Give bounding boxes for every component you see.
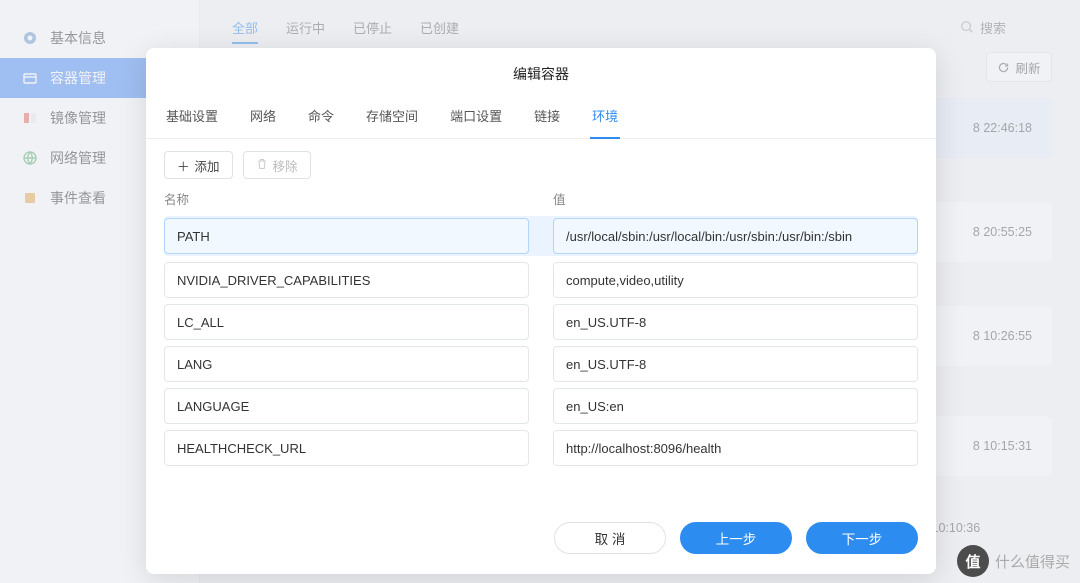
prev-button[interactable]: 上一步 xyxy=(680,522,792,554)
watermark-text: 什么值得买 xyxy=(995,551,1070,572)
edit-container-modal: 编辑容器 基础设置 网络 命令 存储空间 端口设置 链接 环境 ＋ 添加 移除 … xyxy=(146,48,936,574)
env-value-input[interactable] xyxy=(553,430,918,466)
next-button[interactable]: 下一步 xyxy=(806,522,918,554)
env-name-input[interactable] xyxy=(164,346,529,382)
modal-tab-command[interactable]: 命令 xyxy=(306,96,336,139)
plus-icon: ＋ xyxy=(177,156,190,175)
env-name-input[interactable] xyxy=(164,262,529,298)
env-name-input[interactable] xyxy=(164,304,529,340)
modal-tab-storage[interactable]: 存储空间 xyxy=(364,96,420,139)
env-value-input[interactable] xyxy=(553,388,918,424)
env-row[interactable] xyxy=(164,216,918,256)
modal-tab-env[interactable]: 环境 xyxy=(590,96,620,139)
env-row[interactable] xyxy=(164,430,918,466)
env-row[interactable] xyxy=(164,388,918,424)
add-button[interactable]: ＋ 添加 xyxy=(164,151,233,179)
env-row[interactable] xyxy=(164,304,918,340)
watermark-icon: 值 xyxy=(957,545,989,577)
modal-tab-network[interactable]: 网络 xyxy=(248,96,278,139)
watermark: 值 什么值得买 xyxy=(957,545,1070,577)
modal-tab-label: 存储空间 xyxy=(366,109,418,124)
modal-tab-label: 网络 xyxy=(250,109,276,124)
modal-title: 编辑容器 xyxy=(146,64,936,96)
next-label: 下一步 xyxy=(842,532,883,547)
trash-icon xyxy=(256,158,268,173)
env-value-input[interactable] xyxy=(553,262,918,298)
env-row[interactable] xyxy=(164,262,918,298)
env-rows xyxy=(146,216,936,466)
env-headers: 名称 值 xyxy=(146,187,936,216)
modal-tab-label: 环境 xyxy=(592,109,618,124)
modal-tab-basic[interactable]: 基础设置 xyxy=(164,96,220,139)
cancel-label: 取 消 xyxy=(595,532,626,547)
modal-tab-ports[interactable]: 端口设置 xyxy=(448,96,504,139)
env-name-input[interactable] xyxy=(164,388,529,424)
modal-toolbar: ＋ 添加 移除 xyxy=(146,139,936,187)
remove-label: 移除 xyxy=(273,156,298,175)
cancel-button[interactable]: 取 消 xyxy=(554,522,666,554)
env-name-input[interactable] xyxy=(164,430,529,466)
modal-tab-links[interactable]: 链接 xyxy=(532,96,562,139)
modal-tabs: 基础设置 网络 命令 存储空间 端口设置 链接 环境 xyxy=(146,96,936,139)
remove-button[interactable]: 移除 xyxy=(243,151,311,179)
modal-tab-label: 命令 xyxy=(308,109,334,124)
prev-label: 上一步 xyxy=(716,532,757,547)
header-name: 名称 xyxy=(164,189,529,208)
env-value-input[interactable] xyxy=(553,304,918,340)
modal-footer: 取 消 上一步 下一步 xyxy=(146,466,936,554)
modal-tab-label: 基础设置 xyxy=(166,109,218,124)
env-value-input[interactable] xyxy=(553,218,918,254)
env-value-input[interactable] xyxy=(553,346,918,382)
modal-tab-label: 端口设置 xyxy=(450,109,502,124)
header-value: 值 xyxy=(553,189,918,208)
env-row[interactable] xyxy=(164,346,918,382)
env-name-input[interactable] xyxy=(164,218,529,254)
add-label: 添加 xyxy=(195,156,220,175)
modal-tab-label: 链接 xyxy=(534,109,560,124)
